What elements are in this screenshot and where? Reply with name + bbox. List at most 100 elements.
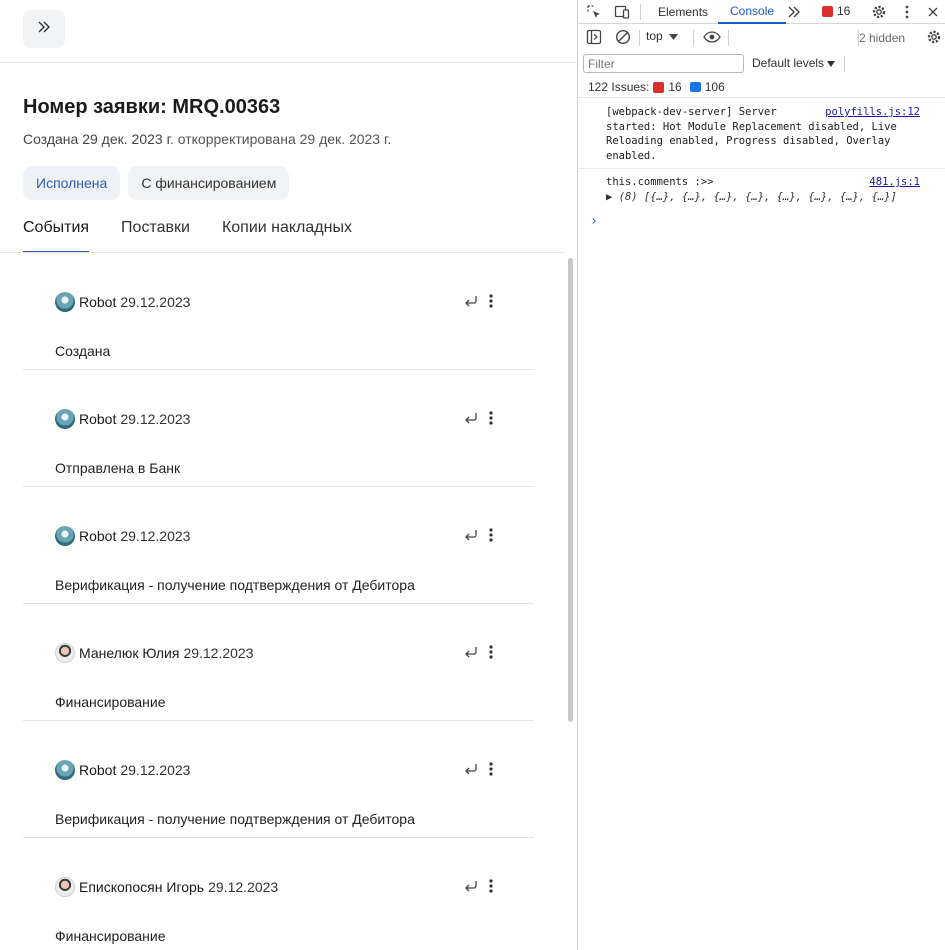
- reply-icon[interactable]: [463, 293, 479, 309]
- reply-icon[interactable]: [463, 527, 479, 543]
- event-author: Robot: [79, 528, 117, 544]
- log-levels-dropdown[interactable]: Default levels: [752, 56, 836, 70]
- kebab-menu-icon[interactable]: [485, 293, 497, 309]
- tab-events[interactable]: События: [23, 212, 90, 253]
- updated-date: откорректирована 29 дек. 2023 г.: [177, 131, 392, 147]
- reply-icon[interactable]: [463, 761, 479, 777]
- hidden-messages-count: 2 hidden: [859, 31, 906, 45]
- log-source-link[interactable]: 481.js:1: [869, 175, 920, 190]
- issues-error-count: 16: [668, 80, 682, 94]
- reply-icon[interactable]: [463, 410, 479, 426]
- tab-invoice-copies[interactable]: Копии накладных: [222, 212, 352, 253]
- console-log-entry: [webpack-dev-server] Server started: Hot…: [578, 99, 945, 169]
- status-chip[interactable]: Исполнена: [23, 166, 121, 200]
- events-list: Robot 29.12.2023 Создана Robot 29.12.202…: [23, 253, 534, 950]
- event-date: 29.12.2023: [120, 294, 191, 310]
- clear-console-icon[interactable]: [614, 28, 632, 46]
- event-item: Robot 29.12.2023 Отправлена в Банк: [23, 370, 534, 487]
- event-description: Отправлена в Банк: [55, 460, 181, 476]
- event-item: Robot 29.12.2023 Верификация - получение…: [23, 487, 534, 604]
- kebab-menu-icon[interactable]: [898, 3, 916, 21]
- event-date: 29.12.2023: [208, 879, 279, 895]
- event-header: Robot 29.12.2023: [55, 409, 190, 429]
- tab-console[interactable]: Console: [718, 0, 787, 24]
- live-expression-eye-icon[interactable]: [703, 28, 721, 46]
- dropdown-arrow-icon: [827, 56, 836, 70]
- console-filter-input[interactable]: [583, 54, 744, 73]
- reply-icon[interactable]: [463, 644, 479, 660]
- financing-chip[interactable]: С финансированием: [128, 166, 290, 200]
- event-author: Епископосян Игорь: [79, 879, 205, 895]
- error-icon: [822, 5, 833, 17]
- kebab-menu-icon[interactable]: [485, 410, 497, 426]
- reply-icon[interactable]: [463, 878, 479, 894]
- request-details-panel: Номер заявки: MRQ.00363 Создана 29 дек. …: [0, 0, 577, 950]
- event-header: Robot 29.12.2023: [55, 292, 190, 312]
- event-description: Верификация - получение подтверждения от…: [55, 811, 415, 827]
- filter-separator: [844, 56, 845, 72]
- tabbar-separator: [640, 4, 641, 20]
- event-header: Robot 29.12.2023: [55, 526, 190, 546]
- avatar: [55, 292, 75, 312]
- avatar: [55, 877, 75, 897]
- event-date: 29.12.2023: [120, 762, 191, 778]
- header-divider: [0, 62, 577, 63]
- scrollbar-thumb[interactable]: [568, 258, 573, 722]
- event-author: Robot: [79, 411, 117, 427]
- status-chips: Исполнена С финансированием: [23, 166, 290, 200]
- kebab-menu-icon[interactable]: [485, 644, 497, 660]
- issues-bar[interactable]: 122 Issues: 16 106: [578, 77, 945, 98]
- settings-gear-icon[interactable]: [870, 3, 888, 21]
- event-header: Манелюк Юлия 29.12.2023: [55, 643, 254, 663]
- event-author: Манелюк Юлия: [79, 645, 180, 661]
- event-date: 29.12.2023: [183, 645, 254, 661]
- avatar: [55, 409, 75, 429]
- avatar: [55, 526, 75, 546]
- log-source-link[interactable]: polyfills.js:12: [825, 105, 920, 120]
- created-date: Создана 29 дек. 2023 г.: [23, 131, 174, 147]
- context-selector[interactable]: top: [646, 29, 678, 43]
- toolbar-separator: [728, 30, 729, 46]
- device-toolbar-icon[interactable]: [613, 3, 631, 21]
- console-settings-gear-icon[interactable]: [925, 28, 943, 46]
- avatar: [55, 760, 75, 780]
- event-item: Robot 29.12.2023 Верификация - получение…: [23, 721, 534, 838]
- issue-info-icon: [689, 82, 701, 92]
- issues-info-count: 106: [704, 80, 725, 94]
- more-tabs-icon[interactable]: [785, 3, 803, 21]
- console-log-entry: this.comments :>> 481.js:1 ▶ (8) [{…}, {…: [578, 169, 945, 209]
- event-description: Финансирование: [55, 928, 166, 944]
- double-chevron-right-icon: [37, 20, 51, 38]
- error-count: 16: [837, 4, 851, 18]
- close-icon[interactable]: [924, 3, 942, 21]
- filter-row: Default levels: [578, 52, 945, 76]
- log-levels-label: Default levels: [752, 56, 825, 70]
- event-author: Robot: [79, 762, 117, 778]
- event-item: Манелюк Юлия 29.12.2023 Финансирование: [23, 604, 534, 721]
- tab-deliveries[interactable]: Поставки: [121, 212, 190, 253]
- console-prompt[interactable]: ›: [578, 209, 945, 229]
- console-toolbar: top 2 hidden: [578, 25, 945, 50]
- expandable-array[interactable]: ▶ (8) [{…}, {…}, {…}, {…}, {…}, {…}, {…}…: [606, 190, 922, 205]
- issue-error-icon: [653, 81, 665, 93]
- event-author: Robot: [79, 294, 117, 310]
- toolbar-separator: [693, 30, 694, 46]
- console-output: [webpack-dev-server] Server started: Hot…: [578, 99, 945, 229]
- devtools-panel: Elements Console 16 top 2 hidden Filter …: [577, 0, 945, 950]
- page-subtitle: Создана 29 дек. 2023 г. откорректирована…: [23, 131, 391, 147]
- event-date: 29.12.2023: [120, 411, 191, 427]
- kebab-menu-icon[interactable]: [485, 527, 497, 543]
- sidebar-toggle-icon[interactable]: [585, 28, 603, 46]
- expand-sidebar-button[interactable]: [23, 10, 65, 48]
- kebab-menu-icon[interactable]: [485, 761, 497, 777]
- devtools-tabbar: Elements Console 16: [578, 0, 945, 24]
- event-description: Создана: [55, 343, 111, 359]
- kebab-menu-icon[interactable]: [485, 878, 497, 894]
- event-description: Верификация - получение подтверждения от…: [55, 577, 415, 593]
- error-count-badge[interactable]: 16: [822, 4, 850, 18]
- event-date: 29.12.2023: [120, 528, 191, 544]
- inspect-element-icon[interactable]: [585, 3, 603, 21]
- event-header: Епископосян Игорь 29.12.2023: [55, 877, 278, 897]
- avatar: [55, 643, 75, 663]
- tab-elements[interactable]: Elements: [658, 0, 708, 24]
